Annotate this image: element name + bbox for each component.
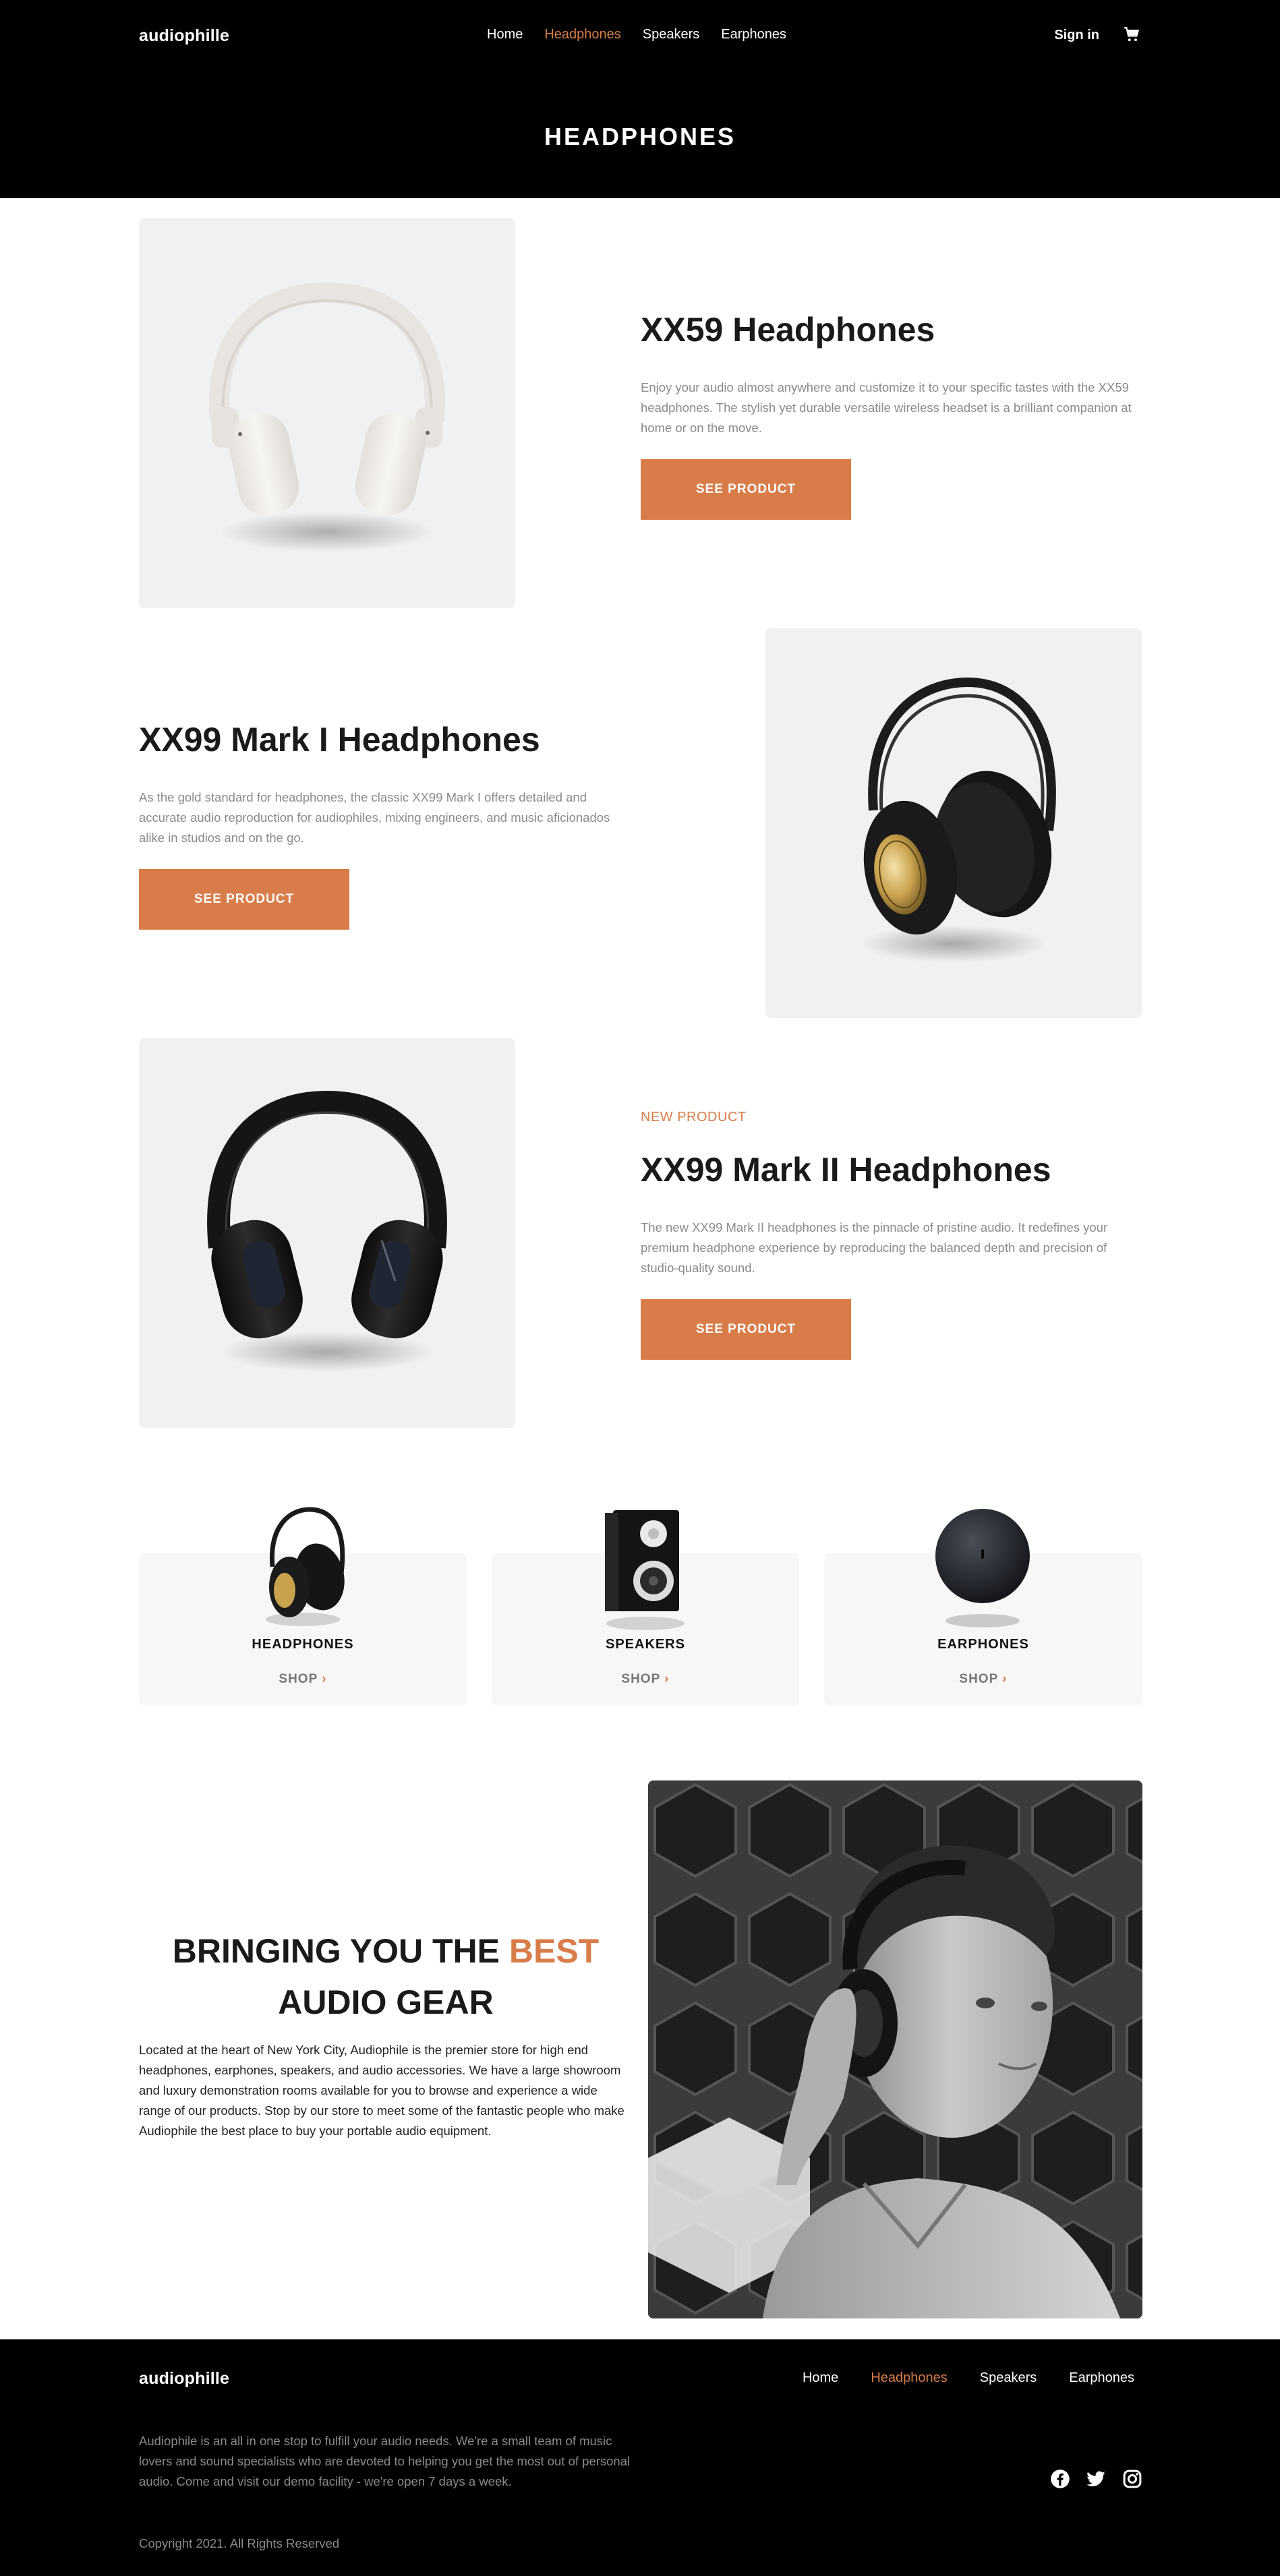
copyright-text: Copyright 2021. All Rights Reserved xyxy=(139,2536,340,2550)
black-headphones-image xyxy=(207,1090,447,1372)
footer-nav-home[interactable]: Home xyxy=(803,2370,838,2386)
category-name: HEADPHONES xyxy=(252,1637,354,1652)
product-image xyxy=(765,628,1142,1018)
product-description: As the gold standard for headphones, the… xyxy=(139,790,610,845)
about-text: Located at the heart of New York City, A… xyxy=(139,2043,624,2138)
nav-speakers[interactable]: Speakers xyxy=(643,27,700,42)
product-title: XX99 Mark II Headphones xyxy=(641,1151,1051,1189)
footer-nav-speakers[interactable]: Speakers xyxy=(980,2370,1037,2386)
category-name: EARPHONES xyxy=(937,1637,1029,1652)
product-title: XX59 Headphones xyxy=(641,311,935,349)
footer-logo[interactable]: audiophille xyxy=(139,2369,229,2389)
speaker-thumbnail xyxy=(605,1510,685,1630)
shop-link[interactable]: SHOP › xyxy=(824,1672,1142,1687)
product-title: XX99 Mark I Headphones xyxy=(139,721,540,758)
white-headphones-image xyxy=(209,282,445,552)
category-card-earphones[interactable]: EARPHONES SHOP › xyxy=(824,1509,1142,1706)
earphones-case-thumbnail xyxy=(935,1509,1030,1627)
see-product-button[interactable]: SEE PRODUCT xyxy=(641,459,851,520)
chevron-right-icon: › xyxy=(1002,1672,1008,1686)
nav-earphones[interactable]: Earphones xyxy=(721,27,786,42)
product-image xyxy=(139,218,515,608)
headphones-thumbnail xyxy=(266,1507,345,1626)
page-title: HEADPHONES xyxy=(544,123,736,150)
twitter-icon[interactable] xyxy=(1086,2469,1106,2489)
see-product-button[interactable]: SEE PRODUCT xyxy=(139,869,349,930)
footer-nav-headphones[interactable]: Headphones xyxy=(871,2370,947,2386)
about-heading: BRINGING YOU THE BEST AUDIO GEAR xyxy=(172,1932,600,2021)
sign-in-link[interactable]: Sign in xyxy=(1054,28,1099,43)
logo[interactable]: audiophille xyxy=(139,26,229,46)
nav-headphones[interactable]: Headphones xyxy=(544,27,620,42)
footer: audiophille Home Headphones Speakers Ear… xyxy=(0,2339,1280,2576)
black-gold-headphones-image xyxy=(859,677,1056,963)
footer-description: Audiophile is an all in one stop to fulf… xyxy=(139,2434,631,2488)
footer-nav-earphones[interactable]: Earphones xyxy=(1069,2370,1134,2386)
chevron-right-icon: › xyxy=(664,1672,670,1686)
chevron-right-icon: › xyxy=(322,1672,327,1686)
category-card-speakers[interactable]: SPEAKERS SHOP › xyxy=(492,1510,799,1706)
product-description: Enjoy your audio almost anywhere and cus… xyxy=(641,380,1132,435)
product-image xyxy=(139,1038,515,1428)
shop-link[interactable]: SHOP › xyxy=(139,1672,467,1687)
see-product-button[interactable]: SEE PRODUCT xyxy=(641,1299,851,1360)
category-name: SPEAKERS xyxy=(605,1637,686,1652)
shop-link[interactable]: SHOP › xyxy=(492,1672,799,1687)
facebook-icon[interactable] xyxy=(1050,2469,1070,2489)
new-product-label: NEW PRODUCT xyxy=(641,1110,747,1125)
nav-home[interactable]: Home xyxy=(487,27,523,42)
product-description: The new XX99 Mark II headphones is the p… xyxy=(641,1220,1108,1275)
main-nav: Home Headphones Speakers Earphones xyxy=(487,27,786,42)
instagram-icon[interactable] xyxy=(1122,2469,1142,2489)
footer-nav: Home Headphones Speakers Earphones xyxy=(803,2370,1134,2386)
man-with-headphones-photo xyxy=(648,1780,1142,2318)
header: audiophille Home Headphones Speakers Ear… xyxy=(0,0,1280,198)
cart-icon[interactable] xyxy=(1123,26,1140,43)
page: audiophille Home Headphones Speakers Ear… xyxy=(0,0,1280,2576)
category-card-headphones[interactable]: HEADPHONES SHOP › xyxy=(139,1507,467,1706)
